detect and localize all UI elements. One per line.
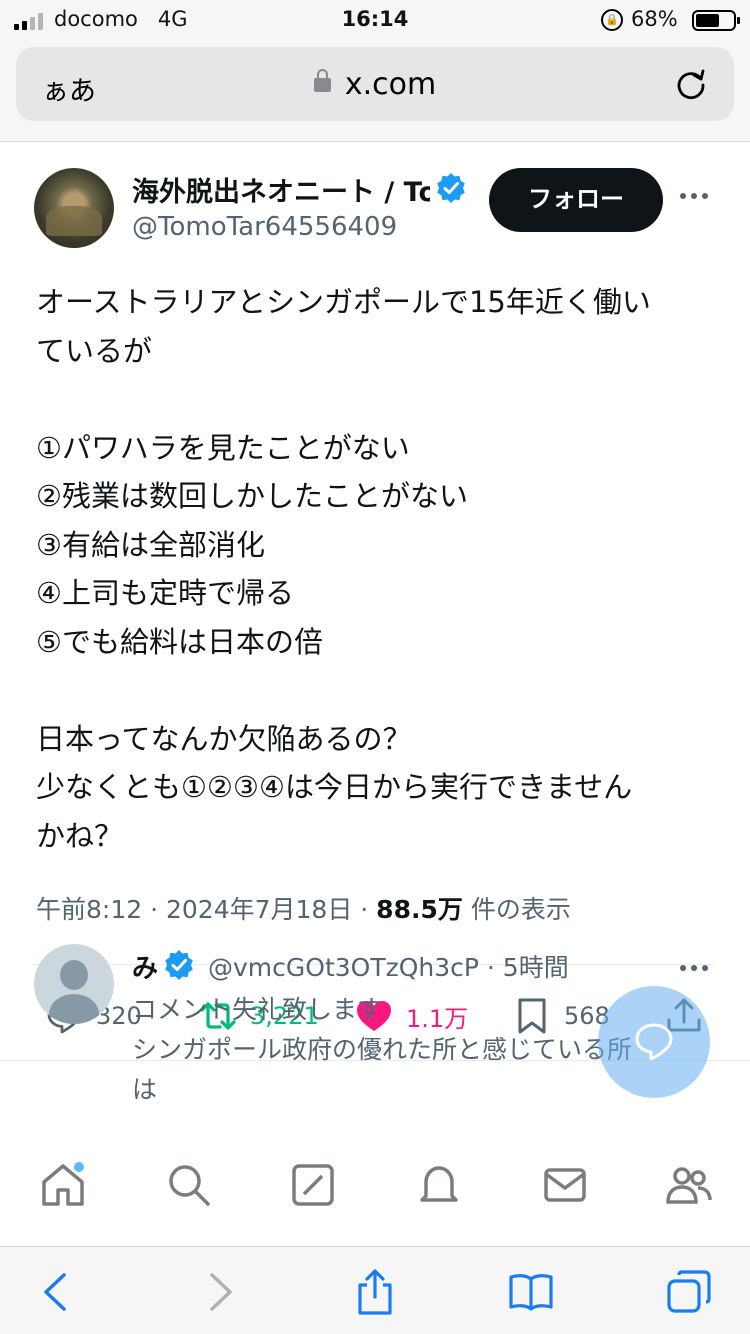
tweet-line: ②残業は数回しかしたことがない [36, 479, 468, 513]
view-count: 88.5万 [376, 895, 463, 924]
tweet-time[interactable]: 午前8:12 [36, 895, 142, 924]
browser-top-bar: ぁあ x.com [0, 40, 750, 142]
compose-button[interactable] [598, 986, 710, 1098]
share-sheet-icon[interactable] [352, 1269, 398, 1315]
url-display[interactable]: x.com [16, 67, 734, 102]
reply-handle-time[interactable]: @vmcGOt3OTzQh3cP · 5時間 [208, 948, 569, 984]
notifications-icon[interactable] [414, 1160, 464, 1210]
url-text: x.com [344, 67, 437, 102]
verified-badge-icon [437, 173, 465, 203]
reply-avatar[interactable] [34, 944, 114, 1024]
more-options-icon[interactable] [680, 958, 714, 978]
tweet-line: ①パワハラを見たことがない [36, 430, 410, 465]
view-label: 件の表示 [470, 895, 571, 924]
verified-badge-icon [165, 950, 193, 980]
grok-icon[interactable] [288, 1160, 338, 1210]
tweet-date[interactable]: 2024年7月18日 [166, 895, 352, 924]
follow-button[interactable]: フォロー [489, 168, 663, 232]
tweet-line-blank [36, 666, 726, 715]
tweet-meta: 午前8:12 · 2024年7月18日 · 88.5万 件の表示 [36, 895, 571, 924]
author-handle[interactable]: @TomoTar64556409 [132, 212, 397, 242]
back-icon[interactable] [34, 1269, 80, 1315]
battery-percent: 68% [631, 7, 678, 31]
tweet-line: ⑤でも給料は日本の倍 [36, 624, 323, 659]
tweet-text: オーストラリアとシンガポールで15年近く働い ているが ①パワハラを見たことがな… [36, 278, 726, 860]
author-avatar[interactable] [34, 168, 114, 248]
tweet-line: ④上司も定時で帰る [36, 576, 294, 610]
tabs-icon[interactable] [666, 1269, 712, 1315]
tweet-line: ③有給は全部消化 [36, 527, 265, 562]
reply-author-name[interactable]: み [132, 948, 158, 985]
more-options-icon[interactable] [680, 186, 714, 206]
app-bottom-nav [0, 1130, 750, 1246]
reload-icon[interactable] [674, 66, 708, 100]
forward-icon[interactable] [196, 1269, 242, 1315]
status-bar: docomo 4G 16:14 🔒 68% [0, 0, 750, 40]
address-bar[interactable]: ぁあ x.com [16, 47, 734, 121]
chat-bubble-icon [635, 1023, 673, 1061]
tweet-line: ているが [36, 333, 153, 368]
communities-icon[interactable] [664, 1160, 714, 1210]
browser-toolbar [0, 1246, 750, 1334]
search-icon[interactable] [164, 1160, 214, 1210]
tweet-line: オーストラリアとシンガポールで15年近く働い [36, 285, 651, 319]
battery-icon [692, 10, 740, 31]
tweet-line: 日本ってなんか欠陥あるの？ [36, 721, 412, 756]
lock-icon [313, 69, 331, 92]
tweet-line: かね？ [36, 818, 124, 853]
tweet-line-blank [36, 375, 726, 424]
notification-dot [74, 1162, 84, 1172]
tweet-line: 少なくとも①②③④は今日から実行できません [36, 770, 633, 804]
author-name[interactable]: 海外脱出ネオニート / Tomo [132, 170, 430, 209]
bookmarks-icon[interactable] [508, 1269, 554, 1315]
messages-icon[interactable] [540, 1160, 590, 1210]
rotation-lock-icon: 🔒 [601, 9, 623, 31]
